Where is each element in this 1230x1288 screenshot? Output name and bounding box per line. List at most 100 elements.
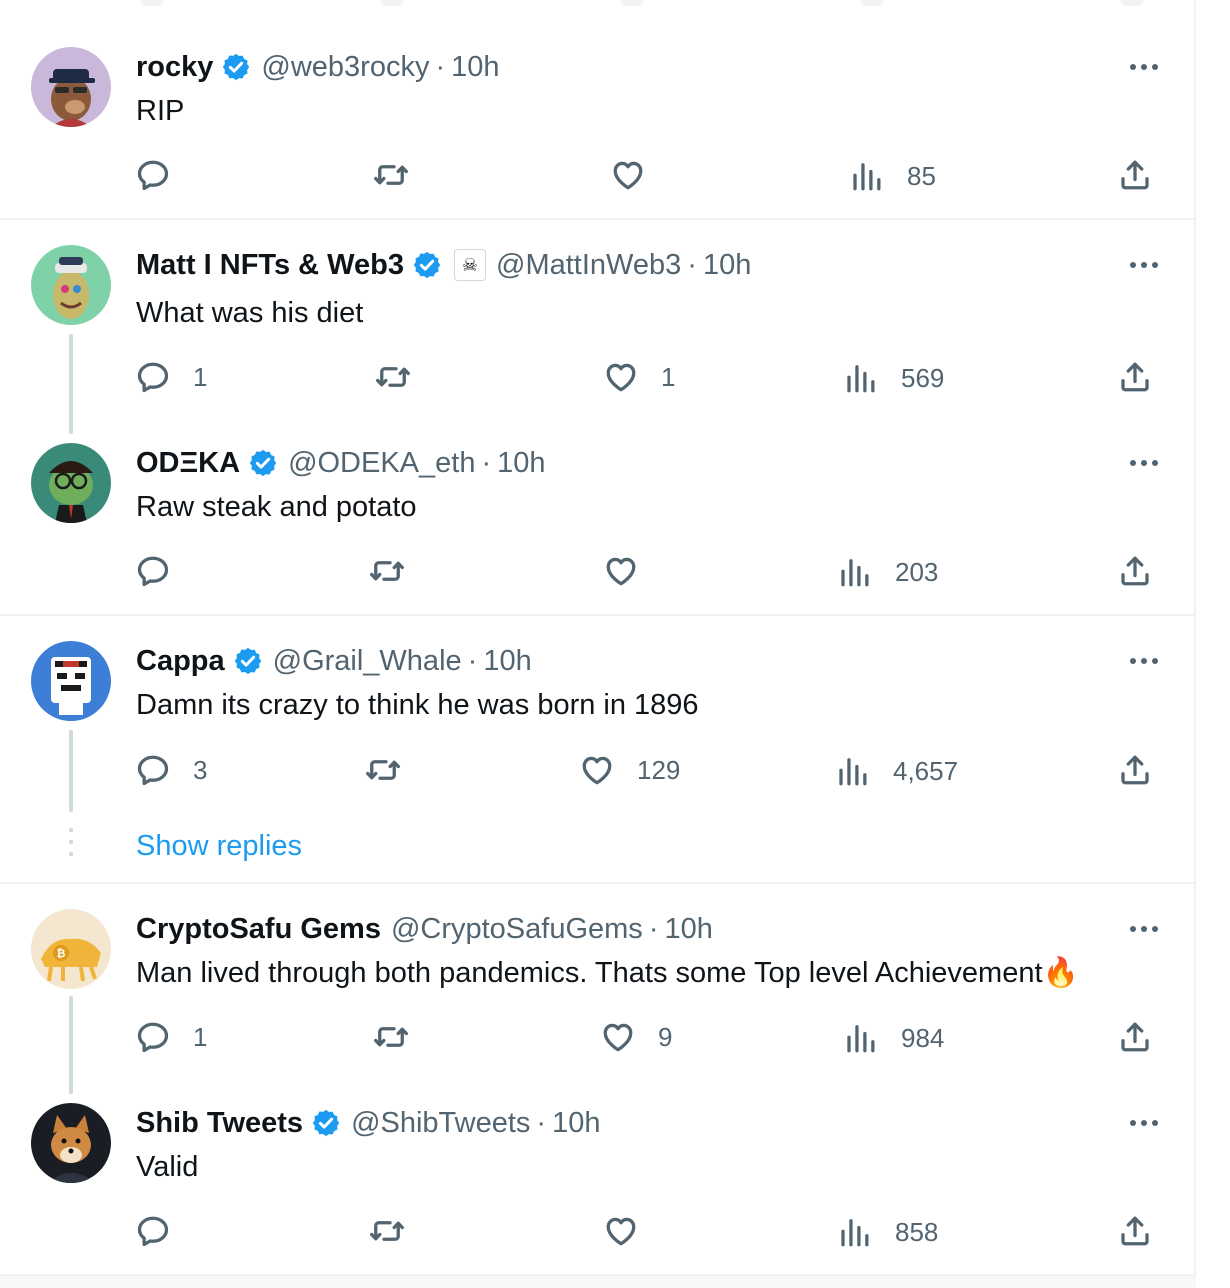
timestamp[interactable]: 10h [451,49,499,85]
like-button[interactable] [603,1211,639,1251]
timestamp[interactable]: 10h [703,247,751,283]
handle[interactable]: @Grail_Whale [273,643,462,679]
display-name[interactable]: rocky [136,49,213,85]
retweet-button[interactable] [375,357,411,397]
reply-count: 1 [193,1021,208,1052]
more-options-icon[interactable] [1124,451,1164,475]
display-name[interactable]: CryptoSafu Gems [136,911,381,947]
retweet-button[interactable] [373,1017,409,1057]
separator: · [467,645,478,677]
verified-badge-icon [233,646,263,676]
thread-gap-dots [69,828,73,864]
handle[interactable]: @ShibTweets [351,1105,530,1141]
retweet-button[interactable] [369,551,405,591]
display-name[interactable]: ODΞKA [136,445,240,481]
separator: · [648,913,659,945]
views-button[interactable]: 984 [843,1018,944,1058]
bear-avatar-icon[interactable] [31,47,111,127]
verified-badge-icon [412,250,442,280]
like-button[interactable]: 9 [600,1017,672,1057]
like-count: 9 [658,1021,673,1052]
like-count: 129 [637,754,681,785]
separator: · [687,249,697,281]
skull-badge-icon[interactable]: ☠ [454,249,486,281]
ape-avatar-icon[interactable] [31,245,111,325]
timestamp[interactable]: 10h [664,911,712,947]
tweet-text: Raw steak and potato [136,491,417,523]
show-replies-link[interactable]: Show replies [136,828,302,864]
more-options-icon[interactable] [1124,917,1164,941]
timestamp[interactable]: 10h [552,1105,600,1141]
like-button[interactable]: 129 [579,750,680,790]
views-count: 858 [895,1216,939,1247]
share-icon [1117,1019,1153,1055]
tweet-text: Damn its crazy to think he was born in 1… [136,689,699,721]
frog-avatar-icon[interactable] [31,443,111,523]
bull-avatar-icon[interactable]: ₿ [31,909,111,989]
share-button[interactable] [1117,750,1153,790]
reply-icon [135,359,171,395]
separator: · [435,51,446,83]
thread-line [69,730,73,812]
separator: · [536,1107,547,1139]
robot-avatar-icon[interactable] [31,641,111,721]
tweet-text: Valid [136,1151,199,1183]
tweet-header: Matt I NFTs & Web3 ☠ @MattInWeb3 · 10h [136,247,751,283]
share-button[interactable] [1117,1211,1153,1251]
handle[interactable]: @web3rocky [261,49,429,85]
reply-button[interactable] [135,551,171,591]
svg-text:₿: ₿ [57,947,66,960]
like-button[interactable] [603,551,639,591]
views-button[interactable]: 4,657 [835,751,958,791]
like-icon [603,359,639,395]
reply-button[interactable]: 1 [135,1017,207,1057]
views-button[interactable]: 203 [837,552,938,592]
share-button[interactable] [1117,155,1153,195]
views-icon [843,1020,879,1056]
column-border [1194,0,1196,1286]
display-name[interactable]: Shib Tweets [136,1105,303,1141]
views-icon [843,360,879,396]
share-icon [1117,157,1153,193]
retweet-button[interactable] [369,1211,405,1251]
retweet-icon [375,359,411,395]
more-options-icon[interactable] [1124,1111,1164,1135]
reply-icon [135,157,171,193]
handle[interactable]: @ODEKA_eth [288,445,475,481]
retweet-button[interactable] [373,155,409,195]
handle[interactable]: @MattInWeb3 [496,247,681,283]
like-button[interactable]: 1 [603,357,675,397]
display-name[interactable]: Cappa [136,643,225,679]
reply-icon [135,553,171,589]
tweet-header: Cappa @Grail_Whale · 10h [136,643,532,679]
views-icon [835,753,871,789]
timestamp[interactable]: 10h [483,643,531,679]
views-button[interactable]: 85 [849,156,936,196]
tweet-header: Shib Tweets @ShibTweets · 10h [136,1105,600,1141]
display-name[interactable]: Matt I NFTs & Web3 [136,247,404,283]
share-button[interactable] [1117,1017,1153,1057]
thread-line [69,334,73,434]
reply-button[interactable] [135,155,171,195]
like-button[interactable] [610,155,646,195]
share-button[interactable] [1117,357,1153,397]
views-button[interactable]: 569 [843,358,944,398]
divider [0,614,1196,616]
previous-tweet-action-bar [0,0,1196,10]
like-icon [610,157,646,193]
reply-button[interactable]: 1 [135,357,207,397]
share-button[interactable] [1117,551,1153,591]
reply-button[interactable]: 3 [135,750,207,790]
timestamp[interactable]: 10h [497,445,545,481]
share-icon [1117,359,1153,395]
retweet-button[interactable] [365,750,401,790]
retweet-icon [369,1213,405,1249]
shiba-avatar-icon[interactable] [31,1103,111,1183]
more-options-icon[interactable] [1124,253,1164,277]
views-button[interactable]: 858 [837,1212,938,1252]
handle[interactable]: @CryptoSafuGems [391,911,643,947]
more-options-icon[interactable] [1124,55,1164,79]
views-count: 203 [895,556,939,587]
reply-button[interactable] [135,1211,171,1251]
more-options-icon[interactable] [1124,649,1164,673]
